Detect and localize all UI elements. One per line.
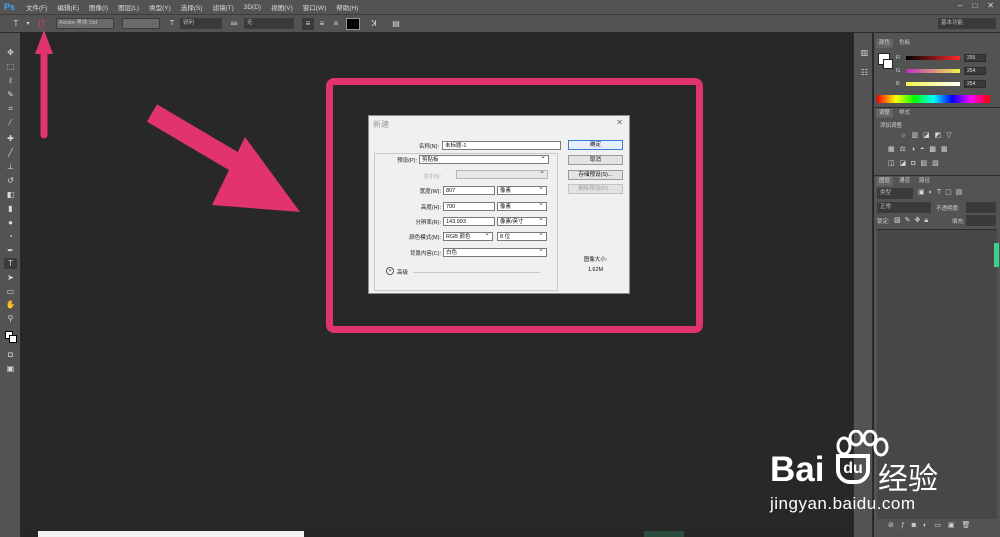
opacity-label: 不透明度: bbox=[936, 206, 960, 212]
cancel-button[interactable]: 取消 bbox=[568, 155, 623, 165]
dialog-close-button[interactable]: ✕ bbox=[616, 118, 623, 127]
properties-panel-icon[interactable]: ☷ bbox=[858, 67, 871, 78]
width-unit-select[interactable]: 像素 bbox=[497, 186, 547, 195]
name-label: 名称(N): bbox=[418, 144, 439, 150]
fill-label: 填充: bbox=[952, 219, 965, 225]
background-select[interactable]: 白色 bbox=[443, 248, 547, 257]
baidu-jingyan-text: 经验 bbox=[878, 462, 938, 497]
image-size-value: 1.62M bbox=[587, 267, 604, 273]
tab-swatches[interactable]: 色板 bbox=[896, 39, 913, 48]
preset-select[interactable]: 剪贴板 bbox=[419, 155, 549, 164]
green-slider[interactable] bbox=[906, 69, 960, 73]
width-label: 宽度(W): bbox=[419, 189, 441, 195]
diagonal-arrow-annotation bbox=[146, 104, 300, 212]
advanced-label[interactable]: 高级 bbox=[397, 268, 408, 276]
layer-filter-icons[interactable]: ▣◐T▢▤ bbox=[918, 188, 966, 196]
layer-footer-icons[interactable]: ⊘ƒ◙◐▭▣🗑︎ bbox=[888, 521, 977, 529]
blue-value[interactable]: 254 bbox=[964, 80, 986, 88]
background-label: 背景内容(C): bbox=[409, 251, 441, 257]
red-slider[interactable] bbox=[906, 56, 960, 60]
background-color-picker[interactable] bbox=[883, 59, 893, 69]
lock-label: 锁定: bbox=[877, 219, 890, 225]
red-value[interactable]: 255 bbox=[964, 54, 986, 62]
resolution-label: 分辨率(R): bbox=[415, 220, 441, 226]
panel-divider bbox=[874, 107, 1000, 108]
baidu-url: jingyan.baidu.com bbox=[770, 494, 916, 513]
green-value[interactable]: 254 bbox=[964, 67, 986, 75]
history-panel-icon[interactable]: ▥ bbox=[858, 47, 871, 58]
baidu-du-mark: du bbox=[836, 454, 870, 484]
tab-channels[interactable]: 通道 bbox=[896, 177, 913, 186]
layers-scrollbar[interactable] bbox=[994, 243, 999, 267]
layer-kind-filter[interactable]: 类型 bbox=[877, 188, 913, 199]
adjustment-icons-row-2[interactable]: ▦⚖◑◓▩▦ bbox=[888, 145, 953, 153]
resolution-input[interactable]: 143.993 bbox=[443, 217, 495, 226]
taskbar-item bbox=[644, 531, 684, 537]
height-input[interactable]: 700 bbox=[443, 202, 495, 211]
width-input[interactable]: 807 bbox=[443, 186, 495, 195]
resolution-unit-select[interactable]: 像素/英寸 bbox=[497, 217, 547, 226]
dialog-title: 新建 bbox=[373, 120, 389, 129]
tab-paths[interactable]: 路径 bbox=[916, 177, 933, 186]
tab-color[interactable]: 颜色 bbox=[876, 39, 894, 48]
blue-slider[interactable] bbox=[906, 82, 960, 86]
advanced-toggle-icon[interactable]: » bbox=[386, 267, 394, 275]
green-label: G bbox=[896, 68, 901, 74]
ok-button[interactable]: 确定 bbox=[568, 140, 623, 150]
delete-preset-button: 删除预设(D)... bbox=[568, 184, 623, 194]
size-label: 大小(I): bbox=[423, 174, 441, 180]
up-arrow-annotation bbox=[35, 30, 53, 139]
opacity-input[interactable] bbox=[966, 202, 996, 213]
red-label: R bbox=[896, 55, 900, 61]
baidu-watermark: Bai du 经验 jingyan.baidu.com bbox=[770, 430, 966, 520]
color-spectrum-bar[interactable] bbox=[877, 95, 990, 103]
tab-styles[interactable]: 样式 bbox=[896, 109, 913, 118]
preset-label: 预设(P): bbox=[379, 156, 417, 164]
advanced-divider bbox=[413, 272, 540, 273]
baidu-brand: Bai bbox=[770, 450, 825, 489]
blue-label: B bbox=[896, 81, 900, 87]
size-select bbox=[456, 170, 548, 179]
fill-input[interactable] bbox=[966, 215, 996, 226]
color-mode-label: 颜色模式(M): bbox=[409, 235, 441, 241]
add-adjustment-title: 添加调整 bbox=[880, 123, 903, 129]
status-bar bbox=[38, 531, 304, 537]
bit-depth-select[interactable]: 8 位 bbox=[497, 232, 547, 241]
adjustment-icons-row-3[interactable]: ◫◪◘▨▧ bbox=[888, 159, 944, 167]
panel-divider-2 bbox=[874, 175, 1000, 176]
name-input[interactable]: 未标题-1 bbox=[442, 141, 561, 150]
tab-layers[interactable]: 图层 bbox=[876, 177, 894, 186]
adjustment-icons-row-1[interactable]: ☼▥◪◩▽ bbox=[900, 131, 957, 139]
tab-adjustments[interactable]: 调整 bbox=[876, 109, 894, 118]
new-document-dialog: 新建 ✕ 名称(N): 未标题-1 预设(P): 剪贴板 大小(I): 宽度(W… bbox=[368, 115, 630, 294]
height-label: 高度(H): bbox=[420, 205, 441, 211]
lock-icons[interactable]: ▨✎✥🔒︎ bbox=[894, 216, 932, 225]
save-preset-button[interactable]: 存储预设(S)... bbox=[568, 170, 623, 180]
blend-mode-select[interactable]: 正常 bbox=[877, 202, 931, 213]
image-size-label: 图像大小: bbox=[583, 257, 608, 263]
height-unit-select[interactable]: 像素 bbox=[497, 202, 547, 211]
color-mode-select[interactable]: RGB 颜色 bbox=[443, 232, 493, 241]
